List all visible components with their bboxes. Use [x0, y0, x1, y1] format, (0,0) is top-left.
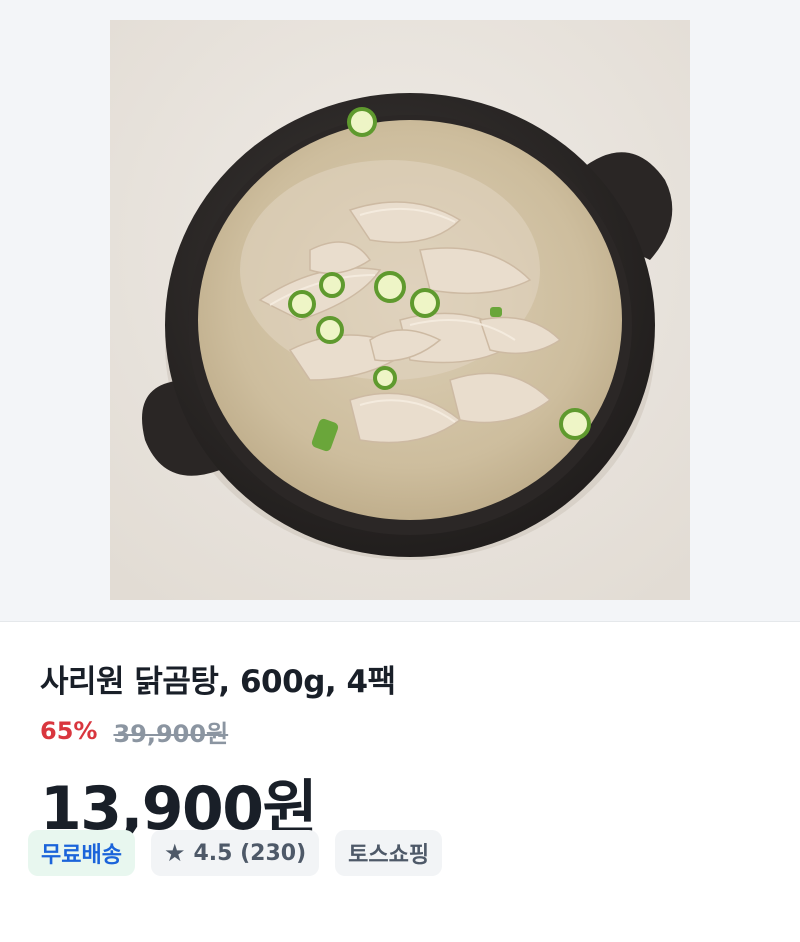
product-title: 사리원 닭곰탕, 600g, 4팩: [40, 664, 396, 700]
free-shipping-badge: 무료배송: [28, 830, 135, 876]
product-image[interactable]: [110, 20, 690, 600]
star-icon: ★: [163, 839, 186, 867]
original-price: 39,900원: [113, 719, 229, 748]
rating-badge[interactable]: ★ 4.5 (230): [150, 830, 320, 876]
store-label: 토스쇼핑: [348, 843, 430, 868]
free-shipping-label: 무료배송: [41, 843, 122, 868]
discount-row: 65% 39,900원: [40, 714, 228, 748]
badge-row: 무료배송 ★ 4.5 (230) 토스쇼핑: [28, 830, 443, 876]
discount-rate: 65%: [40, 717, 98, 745]
chicken-soup-photo: [110, 20, 690, 600]
product-image-area: [0, 0, 800, 622]
rating-label: 4.5 (230): [193, 840, 307, 866]
store-badge[interactable]: 토스쇼핑: [335, 830, 443, 876]
